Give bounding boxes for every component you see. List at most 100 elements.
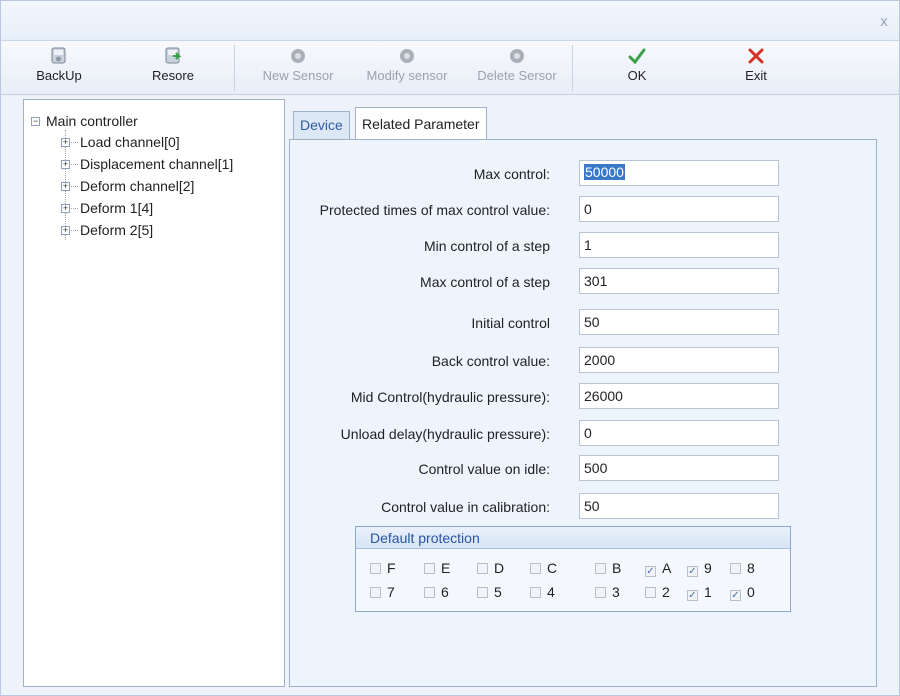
new-sensor-button[interactable]: New Sensor [253,44,343,92]
protection-checkbox-label: A [662,560,672,576]
ok-button[interactable]: OK [617,44,657,92]
param-label: Protected times of max control value: [319,202,550,218]
delete-sensor-button[interactable]: Delete Sersor [467,44,567,92]
expand-toggle[interactable]: + [61,160,70,169]
protection-checkbox[interactable]: ✓ 9 [687,560,712,577]
protection-checkbox[interactable]: ✓ 1 [687,584,712,601]
tree-node-deform-channel[interactable]: Deform channel[2] [80,177,194,195]
protection-checkbox[interactable]: C [530,560,557,576]
protection-checkbox[interactable]: ✓ 0 [730,584,755,601]
protection-checkbox-label: E [441,560,451,576]
expand-toggle[interactable]: + [61,226,70,235]
tab-related-parameter[interactable]: Related Parameter [355,107,487,139]
protection-checkbox[interactable]: 8 [730,560,755,576]
calibration-control-value-input[interactable] [579,493,779,519]
param-label: Unload delay(hydraulic pressure): [340,426,550,442]
initial-control-input[interactable] [579,309,779,335]
param-label: Max control of a step [420,274,550,290]
tree-connector [71,208,78,209]
max-control-step-input[interactable] [579,268,779,294]
checkmark-icon [628,48,646,65]
checkbox-unchecked-icon [477,563,488,574]
toolbar-separator [234,45,235,91]
tree-connector [71,186,78,187]
unload-delay-input[interactable] [579,420,779,446]
protection-checkbox-label: D [494,560,505,576]
protection-checkbox-label: 6 [441,584,449,600]
backup-label: BackUp [36,68,82,83]
protection-checkbox[interactable]: D [477,560,504,576]
protection-checkbox[interactable]: 3 [595,584,620,600]
tree-node-deform-2[interactable]: Deform 2[5] [80,221,153,239]
protection-checkbox-label: 8 [747,560,755,576]
checkbox-checked-icon: ✓ [645,566,656,577]
protection-checkbox-label: 2 [662,584,670,600]
checkbox-unchecked-icon [595,563,606,574]
protection-checkbox[interactable]: 6 [424,584,449,600]
protection-checkbox[interactable]: 2 [645,584,670,600]
tree-node-load-channel[interactable]: Load channel[0] [80,133,180,151]
protection-checkbox-label: 1 [704,584,712,600]
expand-toggle[interactable]: + [61,182,70,191]
max-control-input[interactable]: 50000 [579,160,779,186]
min-control-step-input[interactable] [579,232,779,258]
tree-connector [71,164,78,165]
protection-checkbox[interactable]: 5 [477,584,502,600]
protection-checkbox[interactable]: 7 [370,584,395,600]
modify-sensor-button[interactable]: Modify sensor [355,44,459,92]
expand-toggle[interactable]: + [61,204,70,213]
gear-icon [510,49,524,63]
backup-button[interactable]: BackUp [31,44,87,92]
related-parameter-panel: Max control: 50000 Protected times of ma… [289,139,877,687]
tree-node-displacement-channel[interactable]: Displacement channel[1] [80,155,233,173]
checkbox-unchecked-icon [424,563,435,574]
collapse-toggle[interactable]: − [31,117,40,126]
checkbox-unchecked-icon [370,563,381,574]
delete-sensor-label: Delete Sersor [477,68,557,83]
protection-checkbox-label: B [612,560,622,576]
ok-label: OK [627,68,647,83]
back-control-value-input[interactable] [579,347,779,373]
param-label: Initial control [471,315,550,331]
protection-checkbox[interactable]: F [370,560,396,576]
expand-toggle[interactable]: + [61,138,70,147]
mid-control-input[interactable] [579,383,779,409]
tab-device[interactable]: Device [293,111,350,139]
sensor-settings-window: x BackUp Resore New Sensor Modify sensor… [0,0,900,696]
tree-connector [71,142,78,143]
protection-checkbox-label: F [387,560,396,576]
checkbox-unchecked-icon [730,563,741,574]
close-icon [748,48,764,64]
protected-times-input[interactable] [579,196,779,222]
param-label: Max control: [473,166,550,182]
restore-button[interactable]: Resore [143,44,203,92]
tree-node-deform-1[interactable]: Deform 1[4] [80,199,153,217]
parameter-tabs: Device Related Parameter Max control: 50… [289,99,889,689]
protection-checkbox-label: 5 [494,584,502,600]
protection-checkbox[interactable]: E [424,560,450,576]
gear-icon [400,49,414,63]
restore-label: Resore [152,68,194,83]
default-protection-group: Default protection F E D C B ✓ A ✓ 9 8 7 6 5 4 3 2 ✓ 1 ✓ 0 [355,526,791,612]
protection-checkbox[interactable]: ✓ A [645,560,672,577]
checkbox-checked-icon: ✓ [687,590,698,601]
window-close-button[interactable]: x [877,14,891,29]
tree-node-main-controller[interactable]: Main controller [46,112,138,130]
checkbox-unchecked-icon [595,587,606,598]
param-label: Back control value: [431,353,550,369]
param-label: Mid Control(hydraulic pressure): [350,389,550,405]
exit-button[interactable]: Exit [736,44,776,92]
idle-control-value-input[interactable] [579,455,779,481]
protection-checkbox[interactable]: 4 [530,584,555,600]
protection-checkbox[interactable]: B [595,560,621,576]
toolbar: BackUp Resore New Sensor Modify sensor D… [1,41,899,95]
protection-checkbox-label: 3 [612,584,620,600]
protection-checkbox-label: C [547,560,558,576]
checkbox-unchecked-icon [645,587,656,598]
new-sensor-label: New Sensor [262,68,334,83]
group-title: Default protection [356,527,790,549]
selected-text: 50000 [584,164,625,180]
restore-disk-icon [165,47,182,64]
checkbox-unchecked-icon [370,587,381,598]
param-label: Control value on idle: [418,461,550,477]
